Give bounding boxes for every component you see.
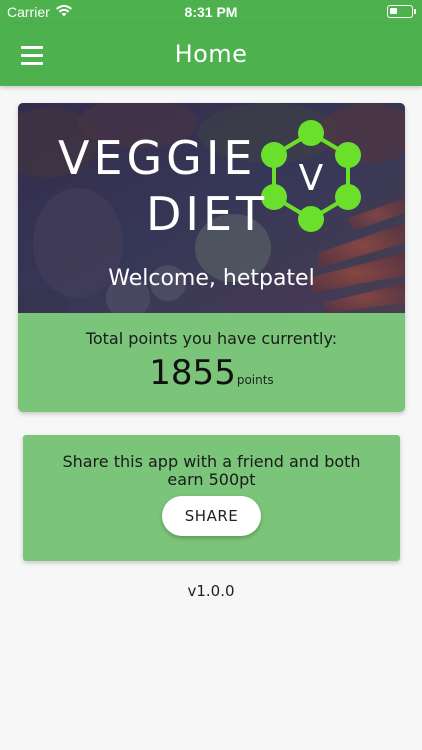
share-message: Share this app with a friend and both ea… — [62, 452, 361, 489]
logo-text-veggie: VEGGIE — [58, 131, 257, 185]
page-title: Home — [174, 40, 248, 68]
top-app-bar: Home — [0, 24, 422, 86]
points-card: V VEGGIE DIET Welcome, hetpatel Total po… — [18, 103, 405, 412]
points-unit: points — [236, 373, 274, 387]
status-time: 8:31 PM — [184, 4, 238, 20]
hero-banner: V VEGGIE DIET Welcome, hetpatel — [18, 103, 405, 313]
welcome-message: Welcome, hetpatel — [108, 266, 315, 291]
points-summary: Total points you have currently: 1855poi… — [18, 313, 405, 412]
points-value: 1855 — [149, 353, 236, 393]
app-version: v1.0.0 — [187, 582, 235, 600]
points-display: 1855points — [18, 353, 405, 393]
share-button[interactable]: SHARE — [162, 496, 261, 536]
logo-text-diet: DIET — [146, 187, 269, 241]
status-bar: Carrier 8:31 PM — [0, 0, 422, 24]
points-caption: Total points you have currently: — [85, 329, 338, 348]
battery-icon — [387, 5, 416, 18]
share-card: Share this app with a friend and both ea… — [23, 435, 400, 561]
logo-badge-letter: V — [299, 158, 324, 199]
